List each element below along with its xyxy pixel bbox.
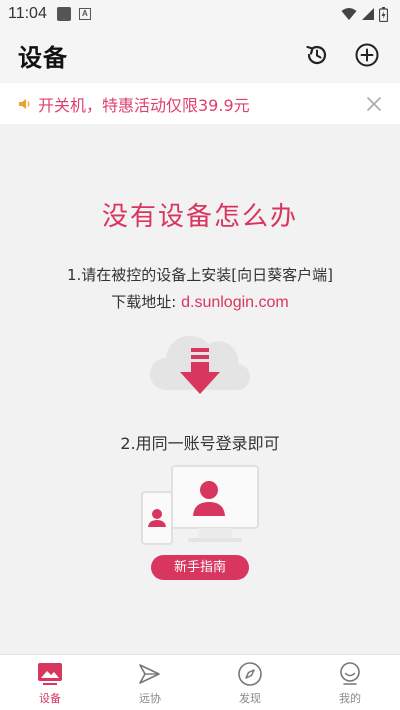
notification-icon: [56, 7, 71, 21]
signal-icon: [362, 8, 374, 20]
cloud-download-icon: [150, 335, 251, 394]
tab-discover[interactable]: 发现: [200, 655, 300, 710]
devices-icon: [141, 465, 259, 545]
download-line: 下载地址: d.sunlogin.com: [0, 291, 400, 312]
speaker-icon: [19, 98, 30, 109]
status-bar: 11:04 A: [0, 0, 400, 28]
beginner-guide-button[interactable]: 新手指南: [151, 555, 249, 580]
status-icons: [341, 6, 388, 22]
remote-assist-icon: [139, 664, 160, 684]
compass-icon: [238, 662, 262, 686]
status-time: 11:04: [8, 5, 47, 22]
close-icon: [367, 96, 381, 111]
wifi-icon: [341, 8, 357, 20]
tab-label: 远协: [139, 692, 161, 705]
download-link[interactable]: d.sunlogin.com: [181, 294, 289, 311]
promo-text: 开关机，特惠活动仅限39.9元: [38, 95, 250, 115]
app-header: 设备: [0, 28, 400, 82]
profile-icon: [340, 662, 360, 685]
history-button[interactable]: [302, 40, 332, 70]
page-title: 设备: [18, 43, 68, 72]
tab-profile[interactable]: 我的: [300, 655, 400, 710]
tab-label: 设备: [39, 692, 61, 705]
promo-close-button[interactable]: [362, 92, 386, 116]
add-circle-icon: [355, 43, 379, 67]
status-a-badge: A: [78, 8, 91, 20]
login-instruction: 2.用同一账号登录即可: [120, 434, 280, 453]
install-instruction: 1.请在被控的设备上安装[向日葵客户端]: [66, 266, 334, 284]
add-device-button[interactable]: [352, 40, 382, 70]
battery-icon: [379, 6, 388, 22]
bottom-tab-bar: 设备 远协 发现 我的: [0, 654, 400, 710]
header-actions: [302, 40, 382, 70]
tab-label: 发现: [239, 692, 261, 705]
history-icon: [306, 45, 327, 65]
tab-remote-assist[interactable]: 远协: [100, 655, 200, 710]
download-label: 下载地址:: [111, 293, 177, 311]
device-icon: [38, 663, 62, 685]
empty-state-title: 没有设备怎么办: [101, 202, 298, 232]
tab-label: 我的: [339, 692, 361, 705]
empty-state: 没有设备怎么办 1.请在被控的设备上安装[向日葵客户端] 下载地址: d.sun…: [0, 124, 400, 654]
promo-banner[interactable]: 开关机，特惠活动仅限39.9元: [0, 83, 400, 124]
tab-devices[interactable]: 设备: [0, 655, 100, 710]
